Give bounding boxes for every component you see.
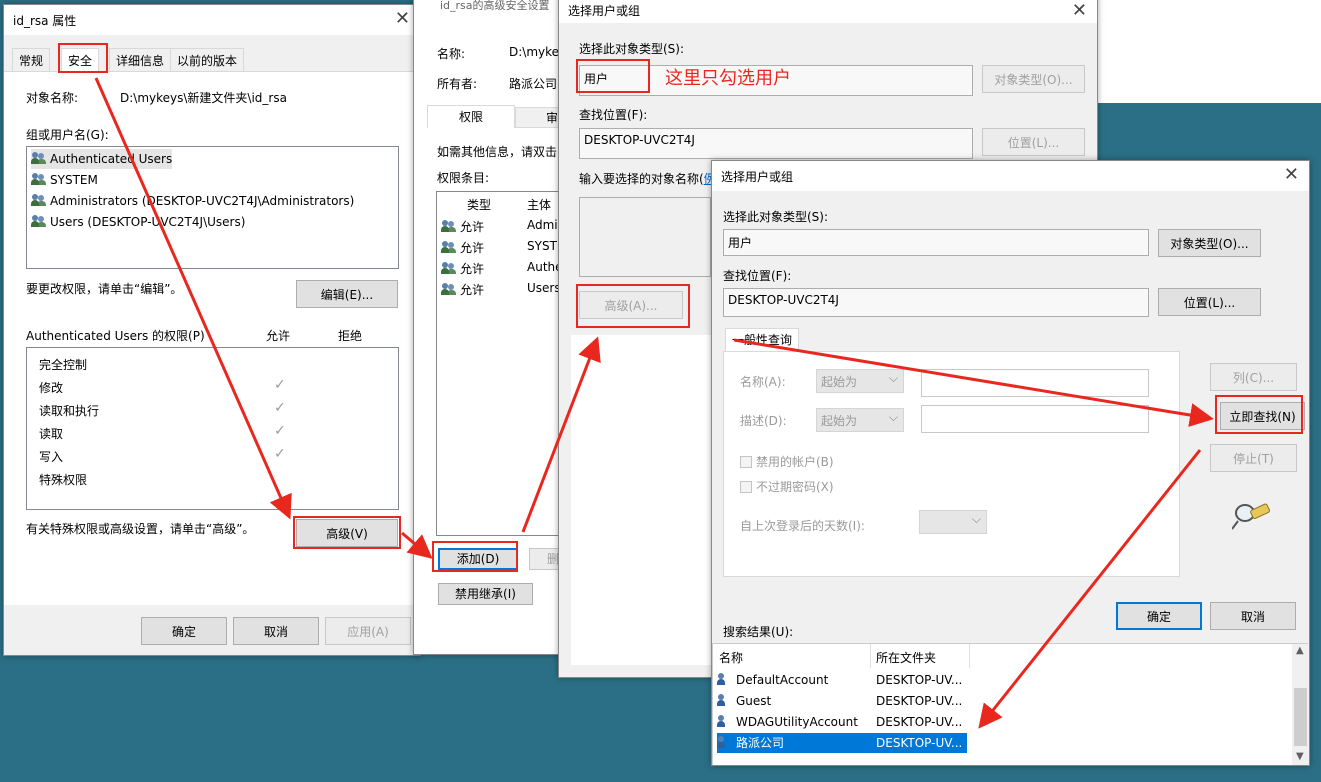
arrow-security-to-advanced (94, 77, 292, 520)
arrow-to-result (978, 449, 1202, 729)
arrow-advanced-to-add (401, 531, 433, 559)
arrow-add-to-advanced-find (521, 336, 601, 533)
annotation-arrows (94, 77, 1214, 729)
arrow-to-find-now (733, 338, 1214, 427)
